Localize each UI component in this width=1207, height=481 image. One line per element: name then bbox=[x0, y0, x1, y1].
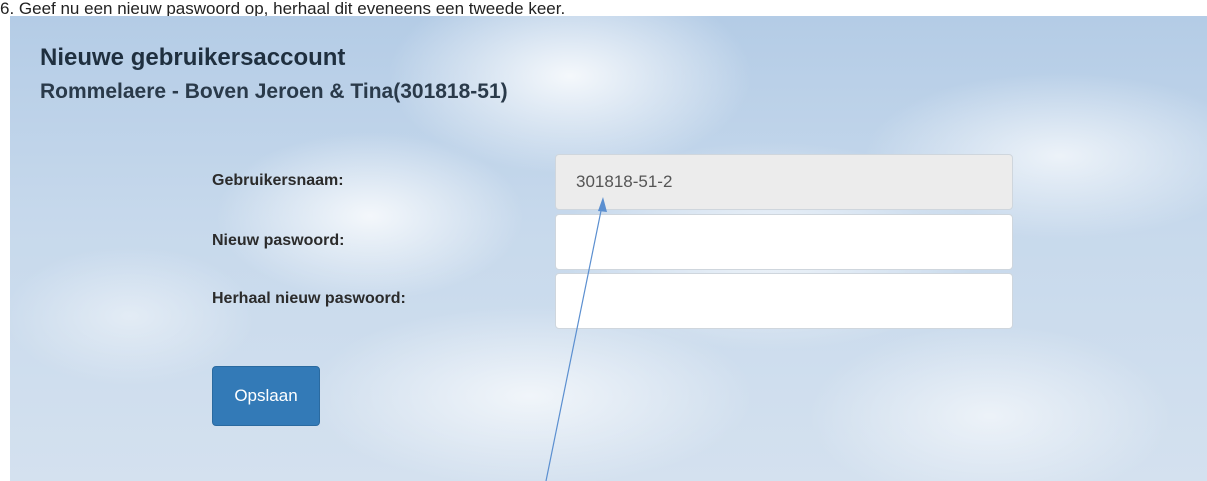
save-button[interactable]: Opslaan bbox=[212, 366, 320, 426]
account-subtitle: Rommelaere - Boven Jeroen & Tina(301818-… bbox=[40, 80, 508, 103]
page-title: Nieuwe gebruikersaccount bbox=[40, 44, 346, 71]
instruction-label: 6. Geef nu een nieuw paswoord op, herhaa… bbox=[0, 0, 566, 16]
repeat-password-label: Herhaal nieuw paswoord: bbox=[212, 290, 406, 307]
username-label: Gebruikersnaam: bbox=[212, 172, 344, 189]
repeat-password-field[interactable] bbox=[555, 273, 1013, 329]
new-password-label: Nieuw paswoord: bbox=[212, 232, 345, 249]
username-field[interactable] bbox=[555, 154, 1013, 210]
new-account-panel: Nieuwe gebruikersaccount Rommelaere - Bo… bbox=[10, 16, 1207, 481]
instruction-text: 6. Geef nu een nieuw paswoord op, herhaa… bbox=[0, 0, 1207, 16]
new-password-field[interactable] bbox=[555, 214, 1013, 270]
